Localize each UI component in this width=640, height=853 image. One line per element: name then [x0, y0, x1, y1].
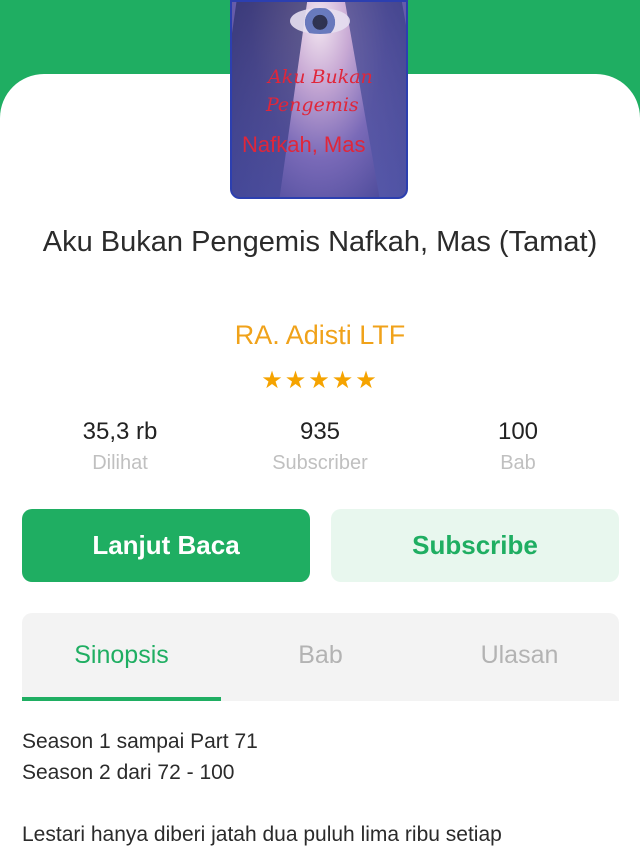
stat-chapters: 100 Bab: [438, 416, 598, 475]
synopsis-line: Season 2 dari 72 - 100: [22, 761, 235, 784]
stat-views-value: 35,3 rb: [82, 418, 158, 445]
stat-subscribers: 935 Subscriber: [240, 416, 400, 475]
author-name[interactable]: RA. Adisti LTF: [20, 320, 620, 351]
tab-sinopsis[interactable]: Sinopsis: [22, 613, 221, 697]
stat-views: 35,3 rb Dilihat: [40, 416, 200, 475]
stat-chapters-value: 100: [497, 418, 539, 445]
continue-reading-button[interactable]: Lanjut Baca: [22, 509, 310, 582]
tab-ulasan[interactable]: Ulasan: [420, 613, 619, 697]
cover-title-line-3: Nafkah, Mas: [242, 132, 366, 157]
tab-bab[interactable]: Bab: [221, 613, 420, 697]
cover-title-line-2: Pengemis: [266, 94, 359, 116]
book-cover[interactable]: Aku Bukan Pengemis Nafkah, Mas: [230, 0, 408, 199]
stat-chapters-label: Bab: [500, 452, 536, 474]
stat-subscribers-label: Subscriber: [272, 452, 368, 474]
synopsis-text: Season 1 sampai Part 71 Season 2 dari 72…: [22, 726, 622, 850]
stat-views-label: Dilihat: [92, 452, 148, 474]
synopsis-line: Season 1 sampai Part 71: [22, 730, 258, 753]
synopsis-line: Lestari hanya diberi jatah dua puluh lim…: [22, 823, 502, 846]
detail-tabs: Sinopsis Bab Ulasan: [22, 613, 619, 701]
cover-title-line-1: Aku Bukan: [268, 66, 373, 88]
active-tab-indicator: [22, 697, 221, 701]
subscribe-button[interactable]: Subscribe: [331, 509, 619, 582]
book-title: Aku Bukan Pengemis Nafkah, Mas (Tamat): [42, 226, 598, 258]
rating-stars: ★★★★★: [261, 367, 379, 394]
cover-art-eye: [290, 8, 350, 34]
stat-subscribers-value: 935: [299, 418, 341, 445]
